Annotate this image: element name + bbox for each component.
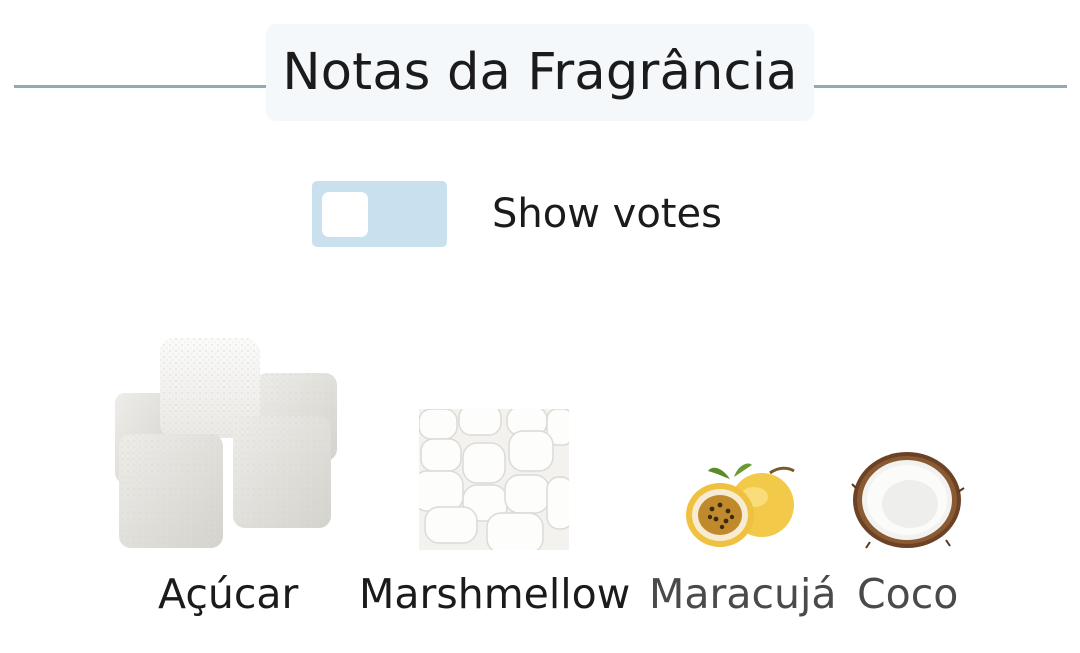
section-divider-right bbox=[814, 85, 1067, 88]
section-header: Notas da Fragrância bbox=[266, 24, 814, 121]
section-divider-left bbox=[14, 85, 266, 88]
note-label-marshmallow[interactable]: Marshmellow bbox=[359, 566, 630, 622]
show-votes-label: Show votes bbox=[492, 191, 722, 237]
marshmallows-image[interactable] bbox=[419, 409, 569, 550]
passion-fruit-image[interactable] bbox=[682, 461, 798, 549]
coconut-image[interactable] bbox=[850, 448, 966, 552]
section-title: Notas da Fragrância bbox=[282, 43, 798, 102]
show-votes-toggle[interactable] bbox=[312, 181, 447, 247]
toggle-knob bbox=[322, 192, 368, 237]
fragrance-notes-page: Notas da Fragrância Show votes Açúcar Ma… bbox=[0, 0, 1080, 653]
sugar-cubes-image[interactable] bbox=[115, 338, 340, 550]
note-label-sugar[interactable]: Açúcar bbox=[158, 566, 298, 622]
note-label-coconut[interactable]: Coco bbox=[857, 566, 958, 622]
note-label-passion-fruit[interactable]: Maracujá bbox=[649, 566, 837, 622]
